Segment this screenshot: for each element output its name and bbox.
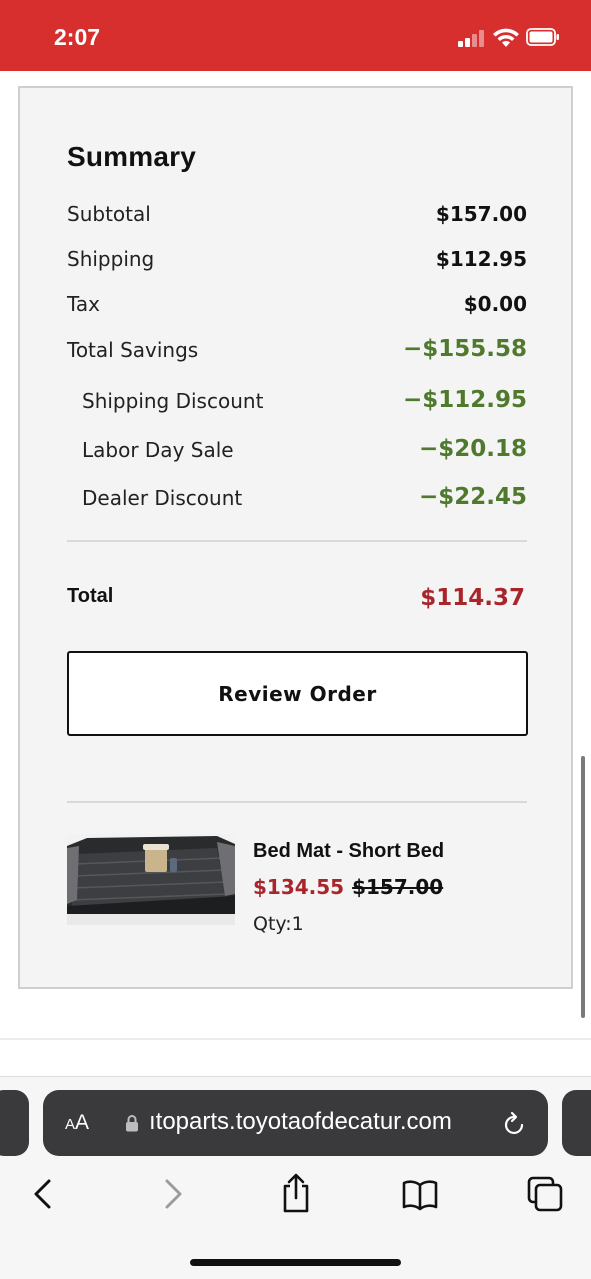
total-savings-row: Total Savings −$155.58 — [67, 336, 527, 368]
reader-settings-button[interactable]: AA — [65, 1111, 89, 1135]
page-divider — [0, 1038, 591, 1040]
summary-divider — [67, 540, 527, 542]
share-icon[interactable] — [278, 1172, 314, 1214]
shipping-discount-row: Shipping Discount −$112.95 — [67, 387, 527, 419]
previous-tab-peek[interactable] — [0, 1090, 29, 1156]
shipping-discount-value: −$112.95 — [402, 387, 527, 413]
review-order-button[interactable]: Review Order — [67, 651, 528, 736]
bookmarks-icon[interactable] — [402, 1176, 438, 1212]
total-label: Total — [67, 585, 114, 607]
lock-icon — [126, 1115, 138, 1132]
cellular-signal-icon — [458, 29, 486, 47]
shipping-value: $112.95 — [435, 247, 527, 271]
order-summary-card: Summary Subtotal $157.00 Shipping $112.9… — [18, 86, 573, 989]
total-value: $114.37 — [420, 585, 525, 611]
product-price: $134.55 $157.00 — [253, 875, 443, 899]
status-bar: 2:07 — [0, 0, 591, 71]
subtotal-label: Subtotal — [67, 202, 151, 226]
shipping-discount-label: Shipping Discount — [82, 389, 264, 413]
home-indicator — [190, 1259, 401, 1266]
sale-price: $134.55 — [253, 875, 345, 899]
total-savings-value: −$155.58 — [402, 336, 527, 362]
scrollbar[interactable] — [581, 756, 585, 1018]
shipping-label: Shipping — [67, 247, 155, 271]
shipping-row: Shipping $112.95 — [67, 247, 527, 277]
address-bar[interactable]: AA ıtoparts.toyotaofdecatur.com — [43, 1090, 548, 1156]
back-icon[interactable] — [26, 1176, 62, 1212]
product-image[interactable] — [67, 834, 235, 925]
status-time: 2:07 — [54, 24, 101, 50]
summary-title: Summary — [67, 141, 197, 172]
product-divider — [67, 801, 527, 803]
product-quantity: Qty:1 — [253, 913, 304, 935]
total-savings-label: Total Savings — [67, 338, 199, 362]
labor-day-sale-value: −$20.18 — [418, 436, 527, 462]
dealer-discount-label: Dealer Discount — [82, 486, 243, 510]
next-tab-peek[interactable] — [562, 1090, 591, 1156]
reload-icon[interactable] — [503, 1110, 527, 1136]
labor-day-sale-row: Labor Day Sale −$20.18 — [67, 436, 527, 468]
battery-icon — [526, 28, 559, 46]
tax-value: $0.00 — [463, 292, 527, 316]
dealer-discount-value: −$22.45 — [418, 484, 527, 510]
original-price: $157.00 — [352, 875, 444, 899]
subtotal-row: Subtotal $157.00 — [67, 202, 527, 232]
tax-row: Tax $0.00 — [67, 292, 527, 322]
labor-day-sale-label: Labor Day Sale — [82, 438, 234, 462]
product-name[interactable]: Bed Mat - Short Bed — [253, 840, 444, 863]
wifi-icon — [493, 28, 519, 47]
dealer-discount-row: Dealer Discount −$22.45 — [67, 484, 527, 516]
url-text[interactable]: ıtoparts.toyotaofdecatur.com — [149, 1108, 489, 1136]
forward-icon[interactable] — [154, 1176, 190, 1212]
subtotal-value: $157.00 — [435, 202, 527, 226]
tabs-icon[interactable] — [527, 1176, 563, 1212]
tax-label: Tax — [67, 292, 100, 316]
